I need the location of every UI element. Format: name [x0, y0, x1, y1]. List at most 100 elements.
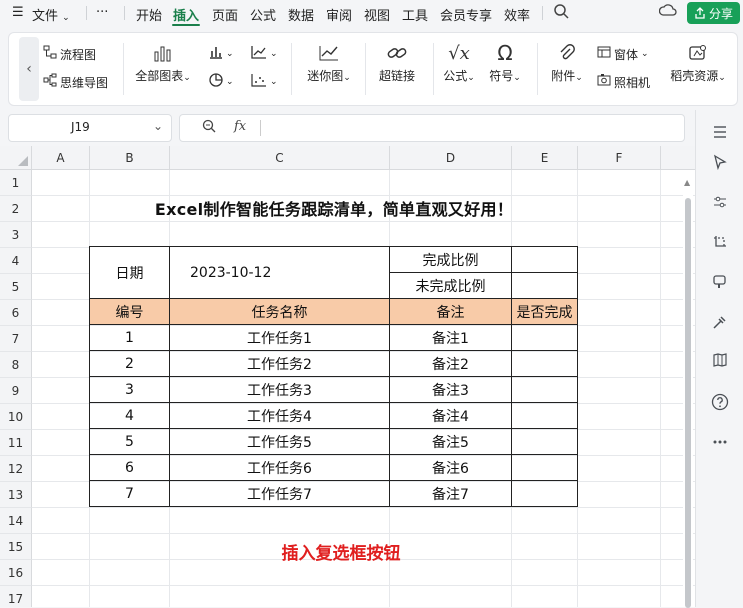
row-header[interactable]: 4	[0, 248, 32, 274]
done-cell[interactable]	[511, 376, 578, 403]
row-header[interactable]: 17	[0, 586, 32, 607]
tab-membership[interactable]: 会员专享	[440, 5, 492, 24]
note-cell[interactable]: 备注2	[389, 350, 512, 377]
file-menu[interactable]: 文件 ⌄	[32, 5, 70, 24]
task-name-cell[interactable]: 工作任务2	[169, 350, 390, 377]
row-header[interactable]: 16	[0, 560, 32, 586]
tab-tools[interactable]: 工具	[402, 5, 428, 24]
tools-icon[interactable]	[710, 312, 730, 332]
zoom-search-icon[interactable]	[202, 119, 216, 137]
symbol-button[interactable]: Ω 符号⌄	[475, 39, 535, 84]
tab-review[interactable]: 审阅	[326, 5, 352, 24]
format-painter-icon[interactable]	[710, 272, 730, 292]
form-dropdown[interactable]: 窗体 ⌄	[597, 45, 649, 63]
attachment-button[interactable]: 附件⌄	[537, 39, 597, 84]
scroll-up-arrow-icon[interactable]: ▲	[684, 178, 690, 187]
row-header[interactable]: 3	[0, 222, 32, 248]
tab-formula[interactable]: 公式	[250, 5, 276, 24]
row-header[interactable]: 15	[0, 534, 32, 560]
header-done[interactable]: 是否完成	[511, 298, 578, 325]
column-header-e[interactable]: E	[512, 146, 578, 170]
cloud-sync-icon[interactable]	[658, 3, 677, 23]
column-header-a[interactable]: A	[32, 146, 90, 170]
row-header[interactable]: 9	[0, 378, 32, 404]
more-menu[interactable]: ···	[96, 5, 108, 20]
tab-efficiency[interactable]: 效率	[504, 5, 530, 24]
note-cell[interactable]: 备注3	[389, 376, 512, 403]
search-icon[interactable]	[553, 3, 569, 23]
done-cell[interactable]	[511, 324, 578, 351]
hyperlink-button[interactable]: 超链接	[367, 39, 427, 84]
row-header[interactable]: 13	[0, 482, 32, 508]
tab-data[interactable]: 数据	[288, 5, 314, 24]
ribbon-collapse-left-icon[interactable]: ‹	[19, 37, 39, 101]
row-number-cell[interactable]: 5	[89, 428, 170, 455]
row-number-cell[interactable]: 3	[89, 376, 170, 403]
row-header[interactable]: 10	[0, 404, 32, 430]
task-name-cell[interactable]: 工作任务5	[169, 428, 390, 455]
header-number[interactable]: 编号	[89, 298, 170, 325]
done-cell[interactable]	[511, 402, 578, 429]
chevron-down-icon[interactable]: ⌄	[153, 119, 163, 133]
row-number-cell[interactable]: 7	[89, 480, 170, 507]
column-header-f[interactable]: F	[578, 146, 661, 170]
select-all-corner[interactable]	[0, 146, 32, 170]
transform-icon[interactable]	[710, 232, 730, 252]
bar-chart-dropdown[interactable]: ⌄	[209, 45, 234, 63]
done-cell[interactable]	[511, 350, 578, 377]
header-task-name[interactable]: 任务名称	[169, 298, 390, 325]
row-header[interactable]: 5	[0, 274, 32, 300]
tab-insert[interactable]: 插入	[173, 5, 199, 24]
row-header[interactable]: 11	[0, 430, 32, 456]
note-cell[interactable]: 备注7	[389, 480, 512, 507]
sheet-title[interactable]: Excel制作智能任务跟踪清单，简单直观又好用！	[90, 196, 578, 220]
row-header[interactable]: 14	[0, 508, 32, 534]
row-number-cell[interactable]: 2	[89, 350, 170, 377]
done-cell[interactable]	[511, 480, 578, 507]
date-label-cell[interactable]: 日期	[89, 246, 170, 299]
camera-button[interactable]: 照相机	[597, 73, 650, 91]
done-cell[interactable]	[511, 454, 578, 481]
row-number-cell[interactable]: 4	[89, 402, 170, 429]
date-value-cell[interactable]: 2023-10-12	[169, 246, 390, 299]
row-header[interactable]: 1	[0, 170, 32, 196]
row-number-cell[interactable]: 6	[89, 454, 170, 481]
line-chart-dropdown[interactable]: ⌄	[251, 45, 278, 63]
done-cell[interactable]	[511, 428, 578, 455]
note-cell[interactable]: 备注4	[389, 402, 512, 429]
collapse-panel-icon[interactable]	[710, 122, 730, 142]
note-cell[interactable]: 备注6	[389, 454, 512, 481]
row-header[interactable]: 12	[0, 456, 32, 482]
completion-ratio-label[interactable]: 完成比例	[389, 246, 512, 273]
header-note[interactable]: 备注	[389, 298, 512, 325]
tab-view[interactable]: 视图	[364, 5, 390, 24]
incomplete-ratio-label[interactable]: 未完成比例	[389, 272, 512, 299]
flowchart-button[interactable]: 流程图	[43, 45, 96, 63]
column-header-b[interactable]: B	[90, 146, 170, 170]
column-header-d[interactable]: D	[390, 146, 512, 170]
task-name-cell[interactable]: 工作任务4	[169, 402, 390, 429]
select-cursor-icon[interactable]	[710, 152, 730, 172]
scatter-chart-dropdown[interactable]: ⌄	[251, 73, 278, 91]
spreadsheet-grid[interactable]: A B C D E F 1 2 3 4 5 6 7 8 9 10 11 12 1…	[0, 146, 695, 607]
column-header-c[interactable]: C	[170, 146, 390, 170]
annotation-text[interactable]: 插入复选框按钮	[170, 539, 512, 564]
completion-ratio-value[interactable]	[511, 246, 578, 273]
row-number-cell[interactable]: 1	[89, 324, 170, 351]
vertical-scrollbar[interactable]: ▲	[683, 172, 693, 608]
row-header[interactable]: 6	[0, 300, 32, 326]
share-button[interactable]: 分享	[687, 2, 740, 24]
row-header[interactable]: 8	[0, 352, 32, 378]
tab-page[interactable]: 页面	[212, 5, 238, 24]
tab-home[interactable]: 开始	[136, 5, 162, 24]
fx-icon[interactable]: fx	[234, 119, 246, 134]
scrollbar-thumb[interactable]	[685, 198, 691, 608]
note-cell[interactable]: 备注5	[389, 428, 512, 455]
note-cell[interactable]: 备注1	[389, 324, 512, 351]
task-name-cell[interactable]: 工作任务3	[169, 376, 390, 403]
formula-bar[interactable]: fx	[179, 114, 685, 142]
row-header[interactable]: 7	[0, 326, 32, 352]
task-name-cell[interactable]: 工作任务6	[169, 454, 390, 481]
sparkline-button[interactable]: 迷你图⌄	[299, 39, 359, 84]
hamburger-menu-icon[interactable]: ☰	[12, 5, 24, 20]
